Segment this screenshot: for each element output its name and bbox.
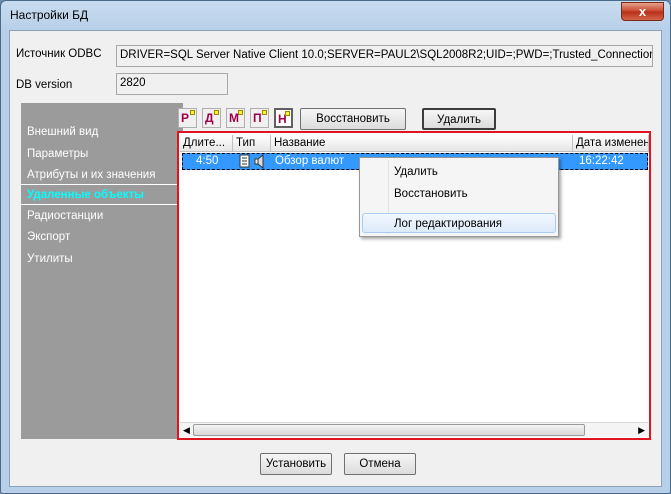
filter-m-button[interactable]: М [226, 108, 245, 128]
sidebar-item-deleted-objects[interactable]: Удаленные объекты [27, 189, 144, 201]
sidebar-item-parameters[interactable]: Параметры [27, 148, 88, 160]
sidebar-nav: Внешний вид Параметры Атрибуты и их знач… [21, 103, 183, 439]
horizontal-scrollbar[interactable]: ◀ ▶ [180, 422, 648, 437]
menu-item-delete[interactable]: Удалить [394, 166, 438, 178]
title-bar[interactable]: Настройки БД x [1, 1, 670, 29]
close-icon: x [638, 4, 647, 19]
marker-icon [238, 110, 243, 115]
filter-d-label: Д [205, 111, 214, 125]
column-header-type[interactable]: Тип [233, 135, 271, 152]
sidebar-item-utilities[interactable]: Утилиты [27, 253, 73, 265]
cell-date: 16:22:42 [579, 155, 624, 167]
news-type-icon [238, 153, 268, 170]
sidebar-item-export[interactable]: Экспорт [27, 231, 70, 243]
marker-icon [262, 110, 267, 115]
sidebar-item-appearance[interactable]: Внешний вид [27, 126, 98, 138]
filter-n-button[interactable]: Н [274, 108, 293, 128]
column-header-date[interactable]: Дата изменен [573, 135, 649, 152]
marker-icon [214, 110, 219, 115]
scroll-right-icon[interactable]: ▶ [638, 425, 645, 436]
cell-name: Обзор валют [275, 155, 345, 167]
dbversion-field[interactable]: 2820 [116, 73, 228, 95]
filter-p-button[interactable]: П [250, 108, 269, 128]
sidebar-item-radiostations[interactable]: Радиостанции [27, 210, 103, 222]
nav-divider [21, 204, 183, 205]
marker-icon [190, 110, 195, 115]
window-title: Настройки БД [10, 8, 89, 22]
menu-item-restore[interactable]: Восстановить [394, 188, 468, 200]
menu-item-edit-log[interactable]: Лог редактирования [394, 218, 502, 230]
cell-duration: 4:50 [196, 155, 219, 167]
context-menu: Удалить Восстановить Лог редактирования [359, 157, 559, 237]
filter-r-label: Р [181, 111, 190, 125]
filter-r-button[interactable]: Р [178, 108, 197, 128]
cancel-button[interactable]: Отмена [344, 453, 416, 475]
sidebar-item-attributes[interactable]: Атрибуты и их значения [27, 169, 155, 181]
marker-icon [285, 111, 290, 116]
filter-p-label: П [253, 111, 262, 125]
close-button[interactable]: x [621, 2, 664, 21]
delete-button[interactable]: Удалить [422, 108, 496, 130]
scroll-left-icon[interactable]: ◀ [183, 425, 190, 436]
column-header-name[interactable]: Название [271, 135, 573, 152]
nav-divider [21, 184, 183, 185]
restore-button[interactable]: Восстановить [300, 108, 406, 130]
dialog-body: Источник ODBC DRIVER=SQL Server Native C… [9, 30, 662, 487]
dbversion-label: DB version [16, 79, 73, 91]
settings-window: Настройки БД x Источник ODBC DRIVER=SQL … [0, 0, 671, 494]
filter-d-button[interactable]: Д [202, 108, 221, 128]
column-header-duration[interactable]: Длите... [180, 135, 233, 152]
apply-button[interactable]: Установить [260, 453, 332, 475]
scrollbar-thumb[interactable] [193, 424, 585, 436]
odbc-label: Источник ODBC [16, 48, 102, 60]
odbc-field[interactable]: DRIVER=SQL Server Native Client 10.0;SER… [116, 45, 653, 67]
